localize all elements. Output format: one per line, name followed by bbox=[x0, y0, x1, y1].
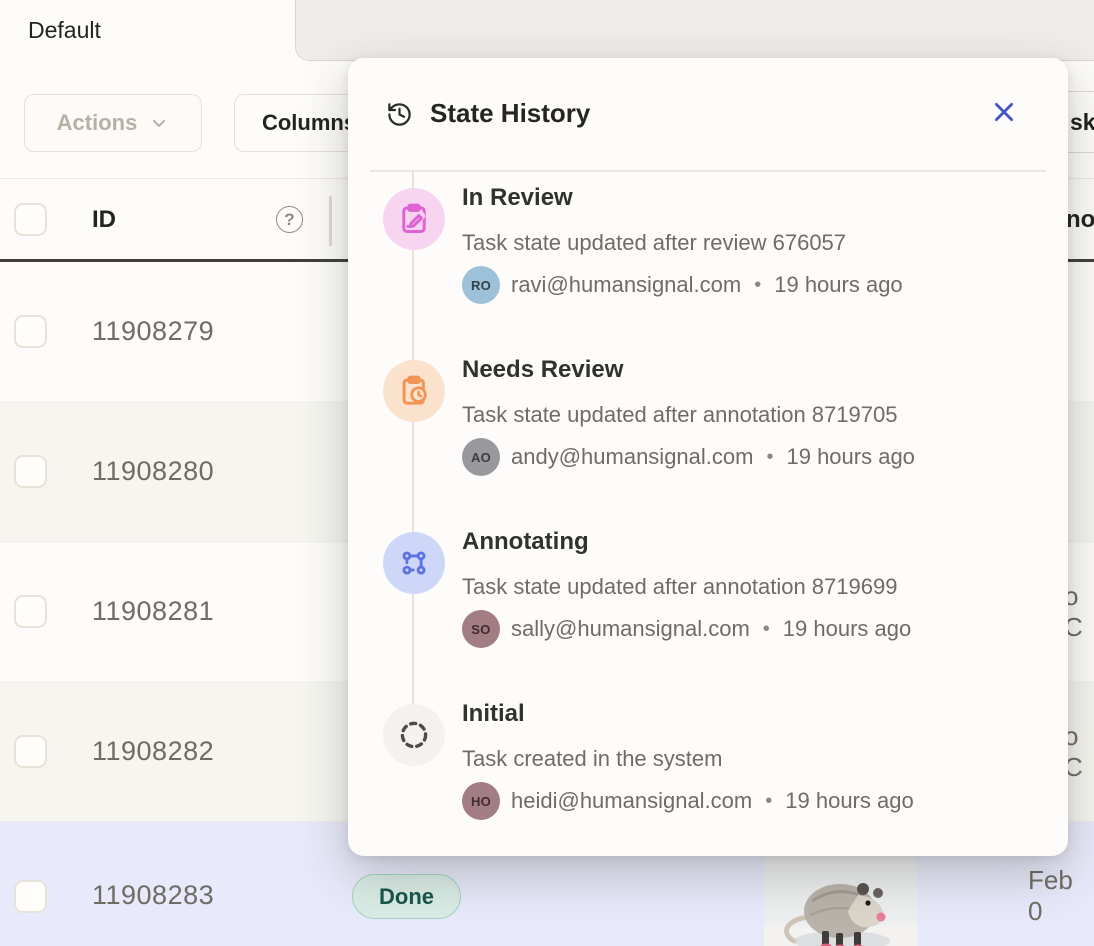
task-id: 11908283 bbox=[92, 822, 214, 946]
user-email: ravi@humansignal.com bbox=[511, 272, 741, 298]
status-badge: Done bbox=[352, 874, 461, 919]
task-id: 11908279 bbox=[92, 262, 214, 401]
timestamp: 19 hours ago bbox=[783, 616, 911, 642]
meta-separator: • bbox=[761, 618, 772, 641]
state-title: Initial bbox=[462, 700, 525, 728]
state-title: Needs Review bbox=[462, 356, 623, 384]
tab-strip-background bbox=[295, 0, 1094, 61]
avatar: HO bbox=[462, 782, 500, 820]
column-header-id[interactable]: ID bbox=[92, 179, 116, 260]
opossum-image bbox=[764, 855, 917, 946]
avatar: SO bbox=[462, 610, 500, 648]
timeline-entry: Needs Review Task state updated after an… bbox=[348, 360, 1068, 520]
task-id: 11908282 bbox=[92, 682, 214, 821]
row-checkbox[interactable] bbox=[14, 880, 47, 913]
help-icon[interactable]: ? bbox=[276, 206, 303, 233]
meta-separator: • bbox=[752, 274, 763, 297]
timestamp: 19 hours ago bbox=[785, 788, 913, 814]
avatar: AO bbox=[462, 438, 500, 476]
state-description: Task created in the system bbox=[462, 746, 722, 772]
tab-default[interactable]: Default bbox=[0, 0, 295, 61]
row-checkbox[interactable] bbox=[14, 595, 47, 628]
row-text-fragment: o C bbox=[1064, 682, 1094, 821]
data-manager-screen: Default Actions Columns sk ID ? no 11908… bbox=[0, 0, 1094, 946]
chevron-down-icon bbox=[149, 113, 169, 133]
actions-button[interactable]: Actions bbox=[24, 94, 202, 152]
state-meta: SO sally@humansignal.com • 19 hours ago bbox=[462, 610, 911, 648]
select-all-checkbox[interactable] bbox=[14, 203, 47, 236]
timeline-entry: Initial Task created in the system HO he… bbox=[348, 704, 1068, 864]
state-meta: AO andy@humansignal.com • 19 hours ago bbox=[462, 438, 915, 476]
bounding-box-icon bbox=[383, 532, 445, 594]
history-icon bbox=[386, 101, 413, 128]
column-header-fragment: no bbox=[1066, 179, 1094, 260]
timeline-entry: Annotating Task state updated after anno… bbox=[348, 532, 1068, 692]
state-description: Task state updated after annotation 8719… bbox=[462, 402, 897, 428]
state-history-modal: State History In Review Task state updat… bbox=[348, 58, 1068, 856]
state-meta: RO ravi@humansignal.com • 19 hours ago bbox=[462, 266, 903, 304]
state-description: Task state updated after annotation 8719… bbox=[462, 574, 897, 600]
user-email: sally@humansignal.com bbox=[511, 616, 750, 642]
state-meta: HO heidi@humansignal.com • 19 hours ago bbox=[462, 782, 914, 820]
tab-default-label: Default bbox=[28, 17, 101, 44]
row-checkbox[interactable] bbox=[14, 735, 47, 768]
columns-button-label: Columns bbox=[262, 110, 356, 136]
row-checkbox[interactable] bbox=[14, 315, 47, 348]
actions-button-label: Actions bbox=[57, 110, 138, 136]
column-divider[interactable] bbox=[329, 196, 332, 246]
timestamp: 19 hours ago bbox=[786, 444, 914, 470]
close-icon[interactable] bbox=[986, 94, 1022, 130]
user-email: andy@humansignal.com bbox=[511, 444, 753, 470]
task-image-thumbnail[interactable] bbox=[764, 855, 917, 946]
timestamp: 19 hours ago bbox=[774, 272, 902, 298]
meta-separator: • bbox=[763, 790, 774, 813]
task-id: 11908281 bbox=[92, 542, 214, 681]
dashed-circle-icon bbox=[383, 704, 445, 766]
clipboard-clock-icon bbox=[383, 360, 445, 422]
task-id: 11908280 bbox=[92, 402, 214, 541]
state-title: In Review bbox=[462, 184, 573, 212]
row-checkbox[interactable] bbox=[14, 455, 47, 488]
modal-header: State History bbox=[348, 58, 1068, 170]
avatar: RO bbox=[462, 266, 500, 304]
clipboard-edit-icon bbox=[383, 188, 445, 250]
state-title: Annotating bbox=[462, 528, 589, 556]
modal-title: State History bbox=[430, 98, 590, 129]
timeline-entry: In Review Task state updated after revie… bbox=[348, 188, 1068, 348]
state-description: Task state updated after review 676057 bbox=[462, 230, 846, 256]
user-email: heidi@humansignal.com bbox=[511, 788, 752, 814]
row-text-fragment: o C bbox=[1064, 542, 1094, 681]
meta-separator: • bbox=[764, 446, 775, 469]
modal-header-divider bbox=[370, 170, 1046, 172]
